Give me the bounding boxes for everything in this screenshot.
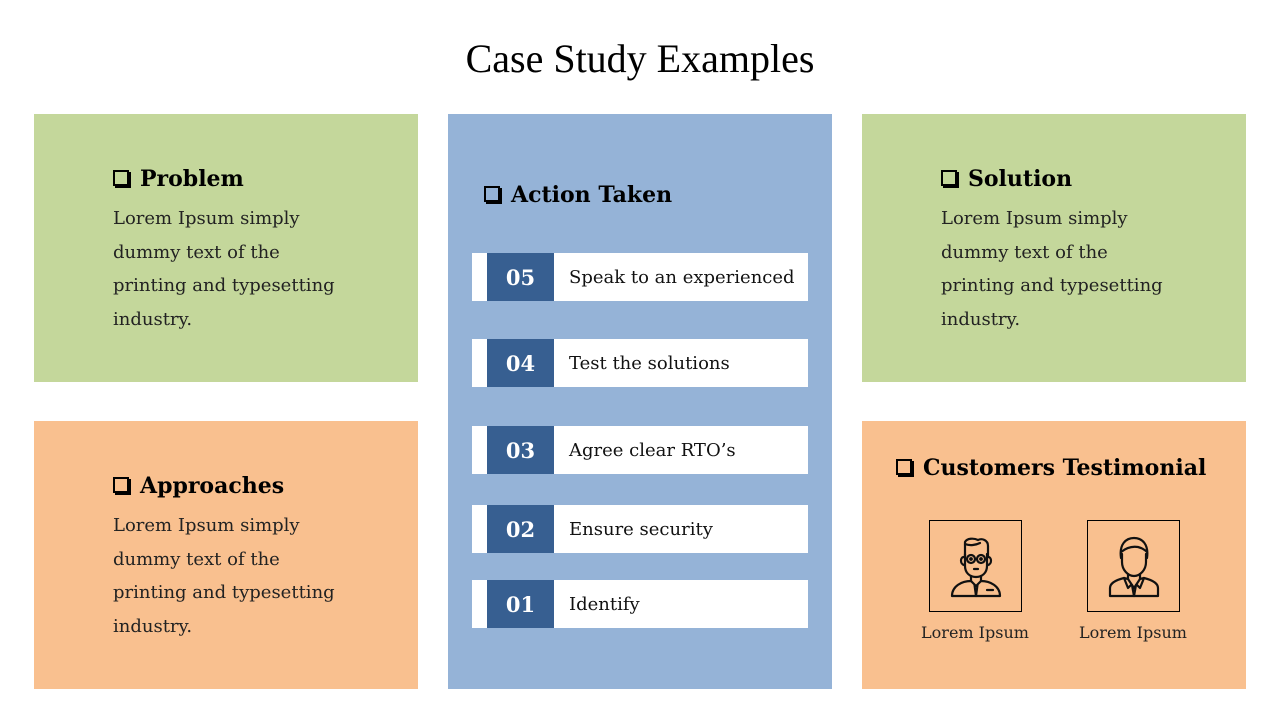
solution-heading: Solution xyxy=(941,166,1072,192)
step-label: Identify xyxy=(569,593,640,615)
avatar-label: Lorem Ipsum xyxy=(1079,623,1187,642)
checkbox-square-icon xyxy=(941,170,957,186)
problem-text: Lorem Ipsum simply dummy text of the pri… xyxy=(113,208,335,330)
checkbox-square-icon xyxy=(896,459,912,475)
step-item: 02 Ensure security xyxy=(472,505,808,553)
action-taken-heading: Action Taken xyxy=(484,182,672,208)
step-item: 03 Agree clear RTO’s xyxy=(472,426,808,474)
businessman-glasses-icon xyxy=(950,537,1001,598)
problem-heading: Problem xyxy=(113,166,244,192)
solution-text: Lorem Ipsum simply dummy text of the pri… xyxy=(941,208,1163,330)
avatar xyxy=(929,520,1022,612)
businessman-suit-icon xyxy=(1108,536,1159,598)
action-taken-heading-text: Action Taken xyxy=(511,182,673,208)
problem-card: Problem Lorem Ipsum simply dummy text of… xyxy=(34,114,418,382)
avatar-label: Lorem Ipsum xyxy=(921,623,1029,642)
approaches-heading-text: Approaches xyxy=(140,473,285,499)
step-number: 05 xyxy=(487,253,554,301)
avatar xyxy=(1087,520,1180,612)
testimonial-heading: Customers Testimonial xyxy=(896,455,1206,481)
step-label: Agree clear RTO’s xyxy=(569,439,736,461)
problem-heading-text: Problem xyxy=(140,166,244,192)
step-label: Speak to an experienced xyxy=(569,266,795,288)
solution-card: Solution Lorem Ipsum simply dummy text o… xyxy=(862,114,1246,382)
step-number: 04 xyxy=(487,339,554,387)
testimonial-card: Customers Testimonial Lorem Ipsum Lorem … xyxy=(862,421,1246,689)
step-number: 03 xyxy=(487,426,554,474)
checkbox-square-icon xyxy=(113,170,129,186)
step-label: Ensure security xyxy=(569,518,713,540)
step-item: 05 Speak to an experienced xyxy=(472,253,808,301)
step-item: 04 Test the solutions xyxy=(472,339,808,387)
page-title: Case Study Examples xyxy=(465,36,815,81)
step-number: 02 xyxy=(487,505,554,553)
checkbox-square-icon xyxy=(484,186,500,202)
approaches-card: Approaches Lorem Ipsum simply dummy text… xyxy=(34,421,418,689)
approaches-heading: Approaches xyxy=(113,473,284,499)
testimonial-heading-text: Customers Testimonial xyxy=(923,455,1207,481)
solution-heading-text: Solution xyxy=(968,166,1073,192)
approaches-text: Lorem Ipsum simply dummy text of the pri… xyxy=(113,515,335,637)
step-label: Test the solutions xyxy=(569,352,730,374)
action-taken-card: Action Taken 05 Speak to an experienced … xyxy=(448,114,832,689)
step-item: 01 Identify xyxy=(472,580,808,628)
checkbox-square-icon xyxy=(113,477,129,493)
step-number: 01 xyxy=(487,580,554,628)
